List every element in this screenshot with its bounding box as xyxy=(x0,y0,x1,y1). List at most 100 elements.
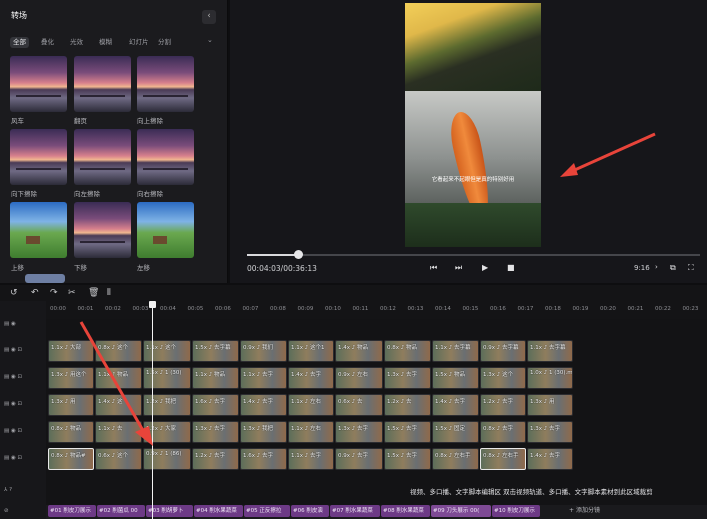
video-clip[interactable]: 1.5x ♪ 去字幕 xyxy=(192,340,239,362)
transition-thumbnail[interactable] xyxy=(74,129,131,185)
transition-thumbnail[interactable] xyxy=(10,56,67,112)
segment-label[interactable]: #06 削皮演 xyxy=(291,505,329,517)
video-clip[interactable]: 1.4x ♪ 去字 xyxy=(240,394,287,416)
play-icon[interactable]: ▶ xyxy=(482,263,488,272)
video-clip[interactable]: 1.4x ♪ 去字 xyxy=(288,367,334,389)
video-clip[interactable]: 1.4x ♪ 去字 xyxy=(527,448,573,470)
transition-thumbnail[interactable] xyxy=(25,274,65,283)
video-clip[interactable]: 0.6x ♪ 去 xyxy=(335,394,383,416)
clip-label: 1.4x ♪ 去字 xyxy=(435,399,466,405)
video-clip[interactable]: 1.3x ♪ 这个 xyxy=(480,367,526,389)
video-clip[interactable]: 1.6x ♪ 去字 xyxy=(240,448,287,470)
segment-label[interactable]: #01 削皮刀展示 xyxy=(48,505,96,517)
split-icon[interactable]: ⫴ xyxy=(107,285,111,301)
video-clip[interactable]: 1.1x ♪ 左右 xyxy=(288,394,334,416)
video-clip[interactable]: 1.5x ♪ 去字 xyxy=(384,448,431,470)
video-clip[interactable]: 0.8x ♪ 物品 xyxy=(384,340,431,362)
transition-thumbnail[interactable] xyxy=(137,129,194,185)
undo-icon[interactable]: ↺ xyxy=(10,285,18,301)
transition-thumbnail[interactable] xyxy=(10,202,67,258)
video-clip[interactable]: 1.1x ♪ 去字 xyxy=(288,448,334,470)
no-entry-icon[interactable]: ⊘ xyxy=(4,508,9,514)
video-clip[interactable]: 0.8x ♪ 左右手 xyxy=(432,448,479,470)
video-clip[interactable]: 1.3x ♪ 用 xyxy=(527,394,573,416)
video-clip[interactable]: 0.9x ♪ 我们 xyxy=(240,340,287,362)
playback-progress-bar[interactable] xyxy=(247,250,700,259)
video-clip[interactable]: 0.8x ♪ 去字 xyxy=(480,421,526,443)
crop-icon[interactable]: ⧉ xyxy=(670,263,676,273)
category-tab-dissolve[interactable]: 叠化 xyxy=(41,37,54,48)
stop-icon[interactable]: ■ xyxy=(507,263,515,272)
collapse-panel-button[interactable]: ‹ xyxy=(202,10,216,24)
redo-icon[interactable]: ↷ xyxy=(50,285,58,301)
category-tab-blur[interactable]: 模糊 xyxy=(99,37,112,48)
chevron-down-icon[interactable]: ⌄ xyxy=(207,36,213,44)
category-tab-all[interactable]: 全部 xyxy=(10,37,29,48)
video-clip[interactable]: 1.4x ♪ 去字 xyxy=(432,394,479,416)
video-clip[interactable]: 0.9x ♪ 左右 xyxy=(335,367,383,389)
segment-label[interactable]: #02 削菌瓜 00 xyxy=(97,505,145,517)
segment-label[interactable]: #09 刀头展示 00( xyxy=(431,505,491,517)
transition-thumbnail[interactable] xyxy=(137,202,194,258)
track-lock-icon[interactable]: ▤ ◉ xyxy=(4,321,16,327)
segment-label[interactable]: #05 正反擦拉 xyxy=(244,505,290,517)
video-clip[interactable]: 1.1x ♪ 物品 xyxy=(192,367,239,389)
video-clip[interactable]: 0.9x ♪ 去字 xyxy=(335,448,383,470)
category-tab-split[interactable]: 分割 xyxy=(158,37,171,48)
cut-icon[interactable]: ✂ xyxy=(68,285,76,301)
track-lock-icon[interactable]: ▤ ◉ ⊡ xyxy=(4,401,22,407)
category-tab-slides[interactable]: 幻灯片 xyxy=(129,37,149,48)
video-clip[interactable]: 0.9x ♪ 去字幕 xyxy=(480,340,526,362)
undo-icon[interactable]: ↶ xyxy=(31,285,39,301)
video-clip[interactable]: 1.3x ♪ 我把 xyxy=(240,421,287,443)
video-clip[interactable]: 0.6x ♪ 这个 xyxy=(95,448,142,470)
transition-thumbnail[interactable] xyxy=(74,202,131,258)
progress-knob[interactable] xyxy=(294,250,304,259)
chevron-right-icon[interactable]: › xyxy=(655,263,658,271)
video-clip[interactable]: 1.1x ♪ 去字 xyxy=(240,367,287,389)
video-clip[interactable]: 0.8x ♪ 物品# xyxy=(48,448,94,470)
transition-thumbnail[interactable] xyxy=(74,56,131,112)
add-segment-button[interactable]: + 添加分镜 xyxy=(569,505,600,517)
segment-label[interactable]: #03 削胡萝卜 xyxy=(146,505,193,517)
video-clip[interactable]: 1.3x ♪ 去字 xyxy=(384,367,431,389)
time-ruler[interactable]: 00:00 00:01 00:02 00:03 00:04 00:05 00:06 00:07… xyxy=(46,301,707,319)
segment-label[interactable]: #04 削水果蔬菜 xyxy=(194,505,243,517)
track-lock-icon[interactable]: ▤ ◉ ⊡ xyxy=(4,374,22,380)
video-clip[interactable]: 0.9x ♪ 1 (86) xyxy=(143,448,191,470)
video-clip[interactable]: 1.6x ♪ 去字 xyxy=(192,394,239,416)
category-tab-light[interactable]: 光效 xyxy=(70,37,83,48)
video-clip[interactable]: 1.5x ♪ 物品 xyxy=(432,367,479,389)
segment-label[interactable]: #08 削水果蔬菜 xyxy=(381,505,430,517)
step-forward-icon[interactable]: ⏭ xyxy=(455,263,462,273)
video-clip[interactable]: 1.1x ♪ 去字幕 xyxy=(432,340,479,362)
segment-label[interactable]: #07 削水果蔬菜 xyxy=(330,505,380,517)
aspect-ratio-label[interactable]: 9:16 xyxy=(634,264,650,272)
video-clip[interactable]: 1.1x ♪ 左右 xyxy=(288,421,334,443)
track-lock-icon[interactable]: ▤ ◉ ⊡ xyxy=(4,428,22,434)
delete-icon[interactable]: 🗑 xyxy=(88,285,99,301)
track-lock-icon[interactable]: ▤ ◉ ⊡ xyxy=(4,347,22,353)
playhead-handle[interactable] xyxy=(149,301,156,308)
video-image-top xyxy=(405,3,541,91)
previous-icon[interactable]: ⏮ xyxy=(430,263,437,273)
video-clip[interactable]: 1.3x ♪ 去字 xyxy=(527,421,573,443)
video-clip[interactable]: 1.1x ♪ 这个1 xyxy=(288,340,334,362)
video-clip[interactable]: 1.2x ♪ 去字 xyxy=(192,448,239,470)
video-clip[interactable]: 1.0x ♪ 1 (30).mp4 xyxy=(527,367,573,389)
segment-label[interactable]: #10 削皮刀展示 xyxy=(492,505,540,517)
video-clip[interactable]: 1.5x ♪ 去字 xyxy=(384,421,431,443)
fullscreen-icon[interactable]: ⛶ xyxy=(688,263,694,273)
video-clip[interactable]: 1.2x ♪ 去 xyxy=(384,394,431,416)
video-clip[interactable]: 1.2x ♪ 去字 xyxy=(480,394,526,416)
video-clip[interactable]: 1.5x ♪ 固定 xyxy=(432,421,479,443)
video-clip[interactable]: 1.1x ♪ 去字幕 xyxy=(527,340,573,362)
track-lock-icon[interactable]: ⅄ ? xyxy=(4,487,12,493)
video-clip[interactable]: 0.8x ♪ 左右手 xyxy=(480,448,526,470)
track-lock-icon[interactable]: ▤ ◉ ⊡ xyxy=(4,455,22,461)
transition-thumbnail[interactable] xyxy=(10,129,67,185)
video-clip[interactable]: 1.3x ♪ 去字 xyxy=(335,421,383,443)
video-clip[interactable]: 1.4x ♪ 物品 xyxy=(335,340,383,362)
video-clip[interactable]: 1.3x ♪ 去字 xyxy=(192,421,239,443)
transition-thumbnail[interactable] xyxy=(137,56,194,112)
